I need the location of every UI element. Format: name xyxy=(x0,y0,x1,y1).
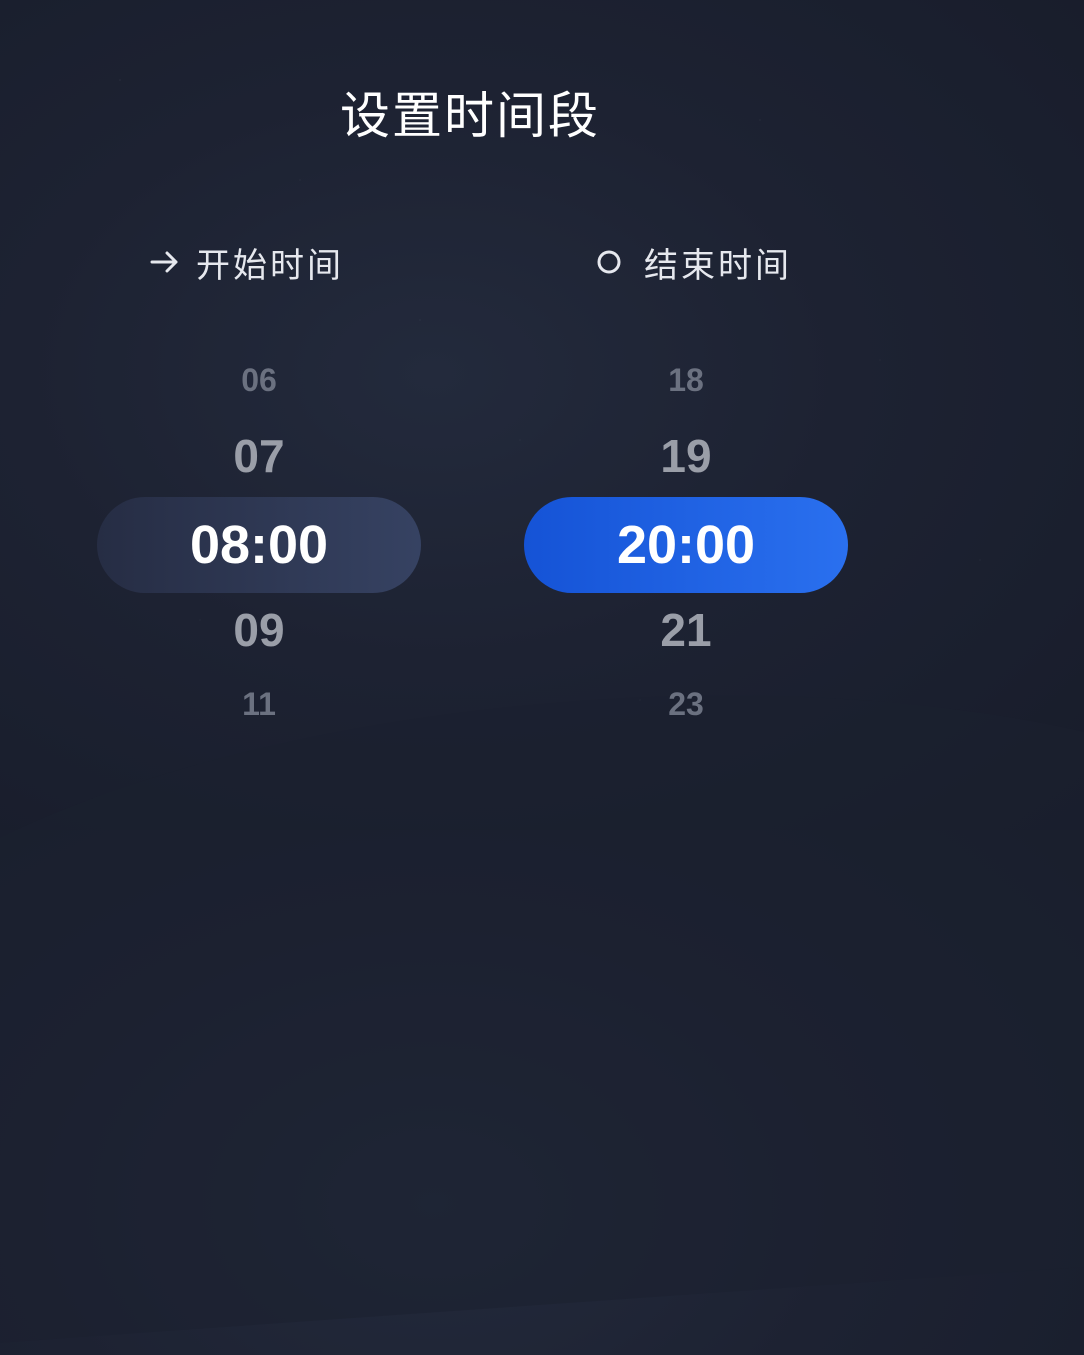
end-option[interactable]: 18 xyxy=(524,358,848,402)
circle-icon xyxy=(596,245,630,279)
start-option[interactable]: 06 xyxy=(97,358,421,402)
start-selected-time[interactable]: 08:00 xyxy=(97,497,421,593)
start-time-header[interactable]: 开始时间 xyxy=(148,240,344,286)
arrow-right-icon xyxy=(148,245,182,279)
end-time-label: 结束时间 xyxy=(644,245,792,286)
start-option[interactable]: 09 xyxy=(97,602,421,658)
end-option[interactable]: 21 xyxy=(524,602,848,658)
end-option[interactable]: 23 xyxy=(524,682,848,726)
background-curve xyxy=(0,644,1084,1355)
start-option[interactable]: 07 xyxy=(97,428,421,484)
start-time-label: 开始时间 xyxy=(196,245,344,286)
start-option[interactable]: 11 xyxy=(97,682,421,726)
page-title: 设置时间段 xyxy=(340,87,600,145)
end-option[interactable]: 19 xyxy=(524,428,848,484)
end-selected-time[interactable]: 20:00 xyxy=(524,497,848,593)
end-time-header[interactable]: 结束时间 xyxy=(596,240,792,286)
